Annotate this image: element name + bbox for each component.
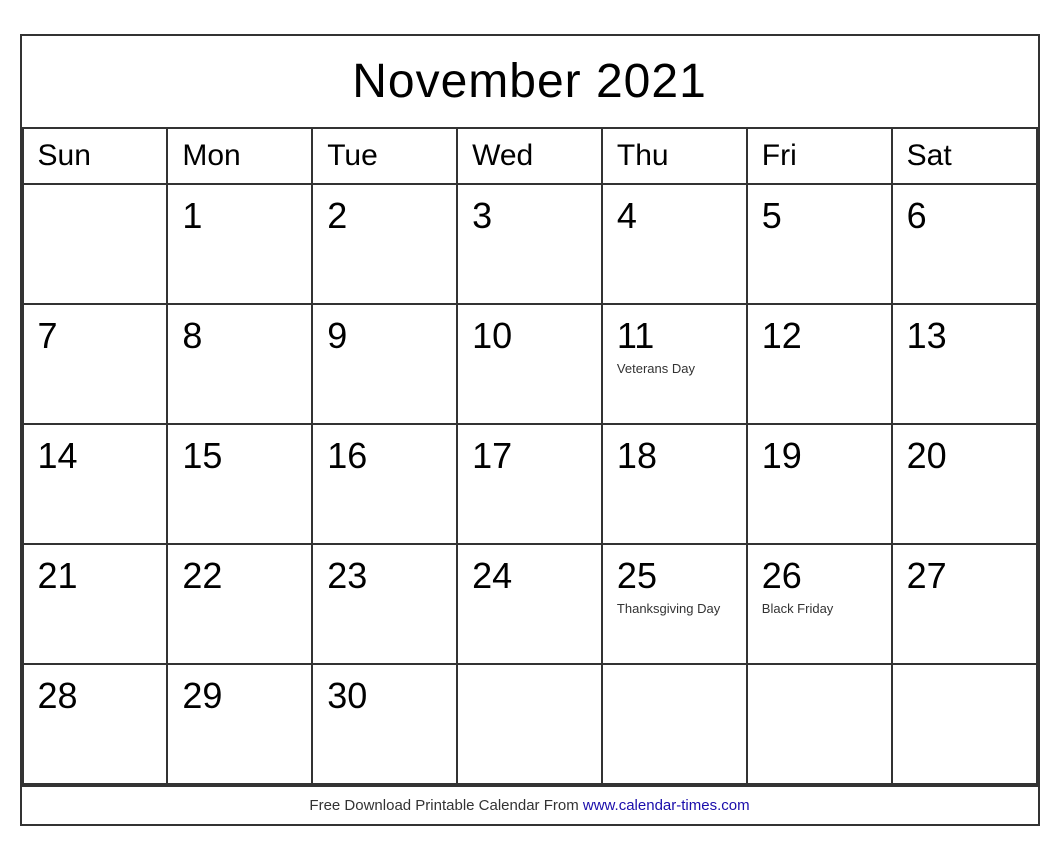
- day-cell: 1: [168, 185, 313, 305]
- day-cell: 22: [168, 545, 313, 665]
- day-cell: 10: [458, 305, 603, 425]
- day-header-mon: Mon: [168, 129, 313, 185]
- day-number: 7: [38, 315, 153, 357]
- day-cell: 27: [893, 545, 1038, 665]
- day-header-wed: Wed: [458, 129, 603, 185]
- day-cell: [603, 665, 748, 785]
- day-number: 1: [182, 195, 297, 237]
- day-header-tue: Tue: [313, 129, 458, 185]
- day-number: 15: [182, 435, 297, 477]
- day-cell: 8: [168, 305, 313, 425]
- day-cell: 3: [458, 185, 603, 305]
- day-cell: 5: [748, 185, 893, 305]
- day-cell: [24, 185, 169, 305]
- day-number: 10: [472, 315, 587, 357]
- day-number: 30: [327, 675, 442, 717]
- day-header-sun: Sun: [24, 129, 169, 185]
- day-cell: 13: [893, 305, 1038, 425]
- day-number: 28: [38, 675, 153, 717]
- day-number: 27: [907, 555, 1022, 597]
- day-number: 5: [762, 195, 877, 237]
- day-cell: 14: [24, 425, 169, 545]
- day-header-thu: Thu: [603, 129, 748, 185]
- holiday-label: Thanksgiving Day: [617, 601, 732, 618]
- day-number: 2: [327, 195, 442, 237]
- day-cell: 20: [893, 425, 1038, 545]
- day-cell: [893, 665, 1038, 785]
- day-cell: 30: [313, 665, 458, 785]
- day-number: 8: [182, 315, 297, 357]
- day-cell: 16: [313, 425, 458, 545]
- day-cell: 24: [458, 545, 603, 665]
- day-number: 21: [38, 555, 153, 597]
- day-cell: 12: [748, 305, 893, 425]
- day-number: 20: [907, 435, 1022, 477]
- day-cell: 9: [313, 305, 458, 425]
- calendar-footer: Free Download Printable Calendar From ww…: [22, 785, 1038, 824]
- day-cell: [458, 665, 603, 785]
- holiday-label: Black Friday: [762, 601, 877, 618]
- calendar-title: November 2021: [22, 36, 1038, 129]
- calendar-grid: SunMonTueWedThuFriSat1234567891011Vetera…: [22, 129, 1038, 785]
- day-cell: 2: [313, 185, 458, 305]
- day-cell: 15: [168, 425, 313, 545]
- day-number: 13: [907, 315, 1022, 357]
- day-number: 14: [38, 435, 153, 477]
- day-cell: 28: [24, 665, 169, 785]
- day-number: 24: [472, 555, 587, 597]
- day-number: 9: [327, 315, 442, 357]
- day-cell: 4: [603, 185, 748, 305]
- day-number: 4: [617, 195, 732, 237]
- day-cell: 26 Black Friday: [748, 545, 893, 665]
- day-cell: 21: [24, 545, 169, 665]
- day-cell: 23: [313, 545, 458, 665]
- day-cell: 7: [24, 305, 169, 425]
- day-cell: [748, 665, 893, 785]
- day-cell: 6: [893, 185, 1038, 305]
- day-cell: 29: [168, 665, 313, 785]
- day-number: 19: [762, 435, 877, 477]
- day-number: 16: [327, 435, 442, 477]
- day-number: 29: [182, 675, 297, 717]
- day-cell: 11 Veterans Day: [603, 305, 748, 425]
- day-number: 26: [762, 555, 877, 597]
- day-number: 25: [617, 555, 732, 597]
- day-number: 11: [617, 315, 732, 357]
- day-header-fri: Fri: [748, 129, 893, 185]
- day-number: 12: [762, 315, 877, 357]
- day-number: 6: [907, 195, 1022, 237]
- day-cell: 17: [458, 425, 603, 545]
- day-cell: 19: [748, 425, 893, 545]
- day-cell: 25 Thanksgiving Day: [603, 545, 748, 665]
- day-number: 23: [327, 555, 442, 597]
- holiday-label: Veterans Day: [617, 361, 732, 378]
- calendar-container: November 2021 SunMonTueWedThuFriSat12345…: [20, 34, 1040, 826]
- day-number: 22: [182, 555, 297, 597]
- day-cell: 18: [603, 425, 748, 545]
- footer-link[interactable]: www.calendar-times.com: [583, 797, 750, 814]
- day-number: 3: [472, 195, 587, 237]
- day-header-sat: Sat: [893, 129, 1038, 185]
- day-number: 18: [617, 435, 732, 477]
- day-number: 17: [472, 435, 587, 477]
